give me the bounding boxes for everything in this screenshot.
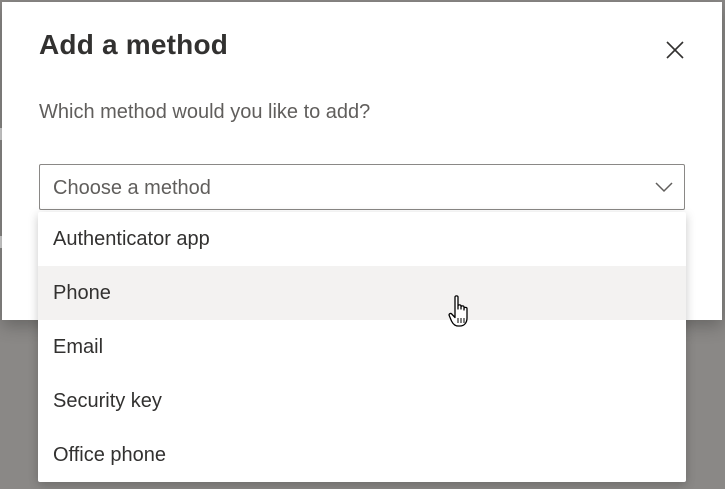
option-phone[interactable]: Phone — [38, 266, 686, 320]
chevron-down-icon — [655, 182, 673, 193]
dialog-title: Add a method — [39, 29, 229, 60]
method-prompt: Which method would you like to add? — [39, 101, 371, 123]
close-icon — [666, 41, 684, 59]
option-security-key[interactable]: Security key — [38, 374, 686, 428]
method-select[interactable]: Choose a method — [39, 164, 685, 210]
option-email[interactable]: Email — [38, 320, 686, 374]
method-select-placeholder: Choose a method — [53, 177, 211, 199]
option-office-phone[interactable]: Office phone — [38, 428, 686, 482]
option-authenticator-app[interactable]: Authenticator app — [38, 212, 686, 266]
close-button[interactable] — [657, 32, 693, 68]
method-options-list: Authenticator app Phone Email Security k… — [38, 212, 686, 482]
